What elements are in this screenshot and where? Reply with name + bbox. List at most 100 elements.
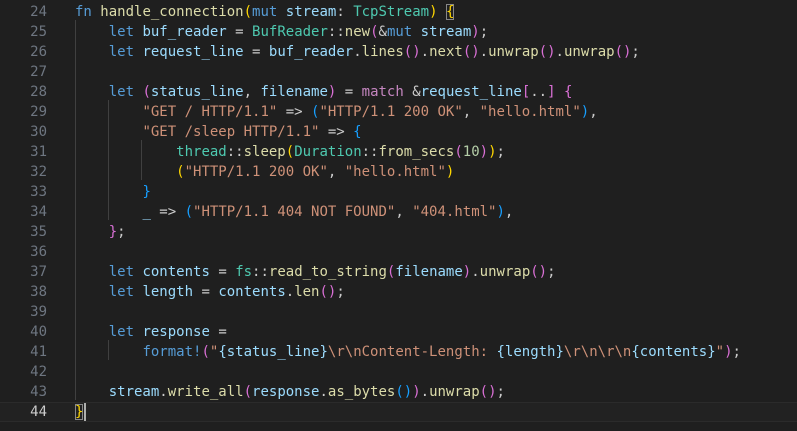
code-token: () [479,384,497,400]
code-token: 10 [462,144,480,160]
code-line[interactable]: 35 }; [0,222,797,242]
code-token: TcpStream [353,4,430,20]
code-text[interactable]: } [75,402,84,422]
code-token: , [504,204,514,220]
code-token: . [471,264,480,280]
line-number: 40 [30,324,47,340]
code-token: stream [285,4,337,20]
line-number: 35 [30,224,47,240]
code-text[interactable]: _ => ("HTTP/1.1 404 NOT FOUND", "404.htm… [75,202,513,222]
code-line[interactable]: 24 fn handle_connection(mut stream: TcpSt… [0,2,797,22]
code-token: BufReader [252,24,328,40]
code-line[interactable]: 41 format!(" {status_line}\r\nContent-Len… [0,342,797,362]
code-token: fn [75,4,92,20]
code-line[interactable]: 34 _ => ("HTTP/1.1 404 NOT FOUND", "404.… [0,202,797,222]
code-token: contents [218,284,286,300]
code-text[interactable]: } [75,182,150,202]
code-token: let [108,24,135,40]
code-line[interactable]: 42 [0,362,797,382]
code-token: ) [488,144,497,160]
code-token: read_to_string [268,264,387,280]
code-line[interactable]: 39 [0,302,797,322]
code-line[interactable]: 30 "GET /sleep HTTP/1.1" => { [0,122,797,142]
code-token: as_bytes [327,384,396,400]
code-token: mut [252,4,278,20]
code-token: "HTTP/1.1 200 OK" [184,164,328,180]
code-token: response [252,384,320,400]
code-token: from_secs [378,144,455,160]
code-text[interactable]: thread::sleep(Duration::from_secs(10)); [75,142,505,162]
line-number: 34 [30,204,47,220]
code-text[interactable]: }; [75,222,126,242]
code-token: , [589,104,598,120]
code-token: let [108,44,135,60]
code-line[interactable]: 40 let response = [0,322,797,342]
code-token: = [243,44,269,60]
code-token: :: [327,24,345,40]
code-text[interactable]: fn handle_connection(mut stream: TcpStre… [75,2,455,22]
code-token: ( [454,144,463,160]
code-line[interactable]: 44} [0,402,797,422]
code-editor[interactable]: 24 fn handle_connection(mut stream: TcpSt… [0,0,797,431]
code-token: "GET /sleep HTTP/1.1" [142,124,320,140]
code-line[interactable]: 43 stream.write_all(response.as_bytes())… [0,382,797,402]
code-token: () [395,384,413,400]
code-token: ) [724,344,733,360]
code-token: => [277,104,312,120]
code-token: () [538,44,556,60]
code-line[interactable]: 25 let buf_reader = BufReader::new(&mut … [0,22,797,42]
code-token: filename [260,84,328,100]
code-token: let [108,264,135,280]
code-line[interactable]: 31 thread::sleep(Duration::from_secs(10)… [0,142,797,162]
code-text[interactable]: let contents = fs::read_to_string(filena… [75,262,556,282]
code-token: ; [117,224,126,240]
code-token: ; [732,344,741,360]
code-line[interactable]: 28 let (status_line, filename) = match &… [0,82,797,102]
code-line[interactable]: 26 let request_line = buf_reader.lines()… [0,42,797,62]
code-text[interactable]: let (status_line, filename) = match &req… [75,82,573,102]
code-line[interactable]: 37 let contents = fs::read_to_string(fil… [0,262,797,282]
code-text[interactable]: "GET / HTTP/1.1" => ("HTTP/1.1 200 OK", … [75,102,598,122]
line-number: 26 [30,44,47,60]
code-token: , [327,164,345,180]
code-line[interactable]: 36 [0,242,797,262]
code-token: \r\n [327,344,362,360]
code-token: Content-Length: [361,344,497,360]
code-token: & [378,24,387,40]
code-text[interactable]: let response = [75,322,227,342]
code-line[interactable]: 33 } [0,182,797,202]
code-line[interactable]: 38 let length = contents.len(); [0,282,797,302]
code-line[interactable]: 29 "GET / HTTP/1.1" => ("HTTP/1.1 200 OK… [0,102,797,122]
code-token: { [353,124,362,140]
line-number: 36 [30,244,47,260]
code-token: {length} [496,344,564,360]
code-token: ) [471,24,480,40]
code-line[interactable]: 27 [0,62,797,82]
code-text[interactable]: format!(" {status_line}\r\nContent-Length… [75,342,741,362]
line-number: 30 [30,124,47,140]
code-line[interactable]: 32 ("HTTP/1.1 200 OK", "hello.html") [0,162,797,182]
code-token: ) [479,144,489,160]
code-text[interactable]: stream.write_all(response.as_bytes()).un… [75,382,505,402]
code-token: unwrap [429,384,480,400]
code-token: {status_line} [218,344,328,360]
code-text[interactable]: "GET /sleep HTTP/1.1" => { [75,122,362,142]
code-token: \r\n\r\n [563,344,632,360]
line-number: 29 [30,104,47,120]
code-text[interactable]: let buf_reader = BufReader::new(&mut str… [75,22,488,42]
code-text[interactable]: let length = contents.len(); [75,282,345,302]
code-token: response [142,324,210,340]
code-token: ) [412,384,421,400]
code-token: () [462,44,480,60]
code-token: contents [142,264,210,280]
code-text[interactable]: ("HTTP/1.1 200 OK", "hello.html") [75,162,454,182]
code-text[interactable]: let request_line = buf_reader.lines().ne… [75,42,640,62]
